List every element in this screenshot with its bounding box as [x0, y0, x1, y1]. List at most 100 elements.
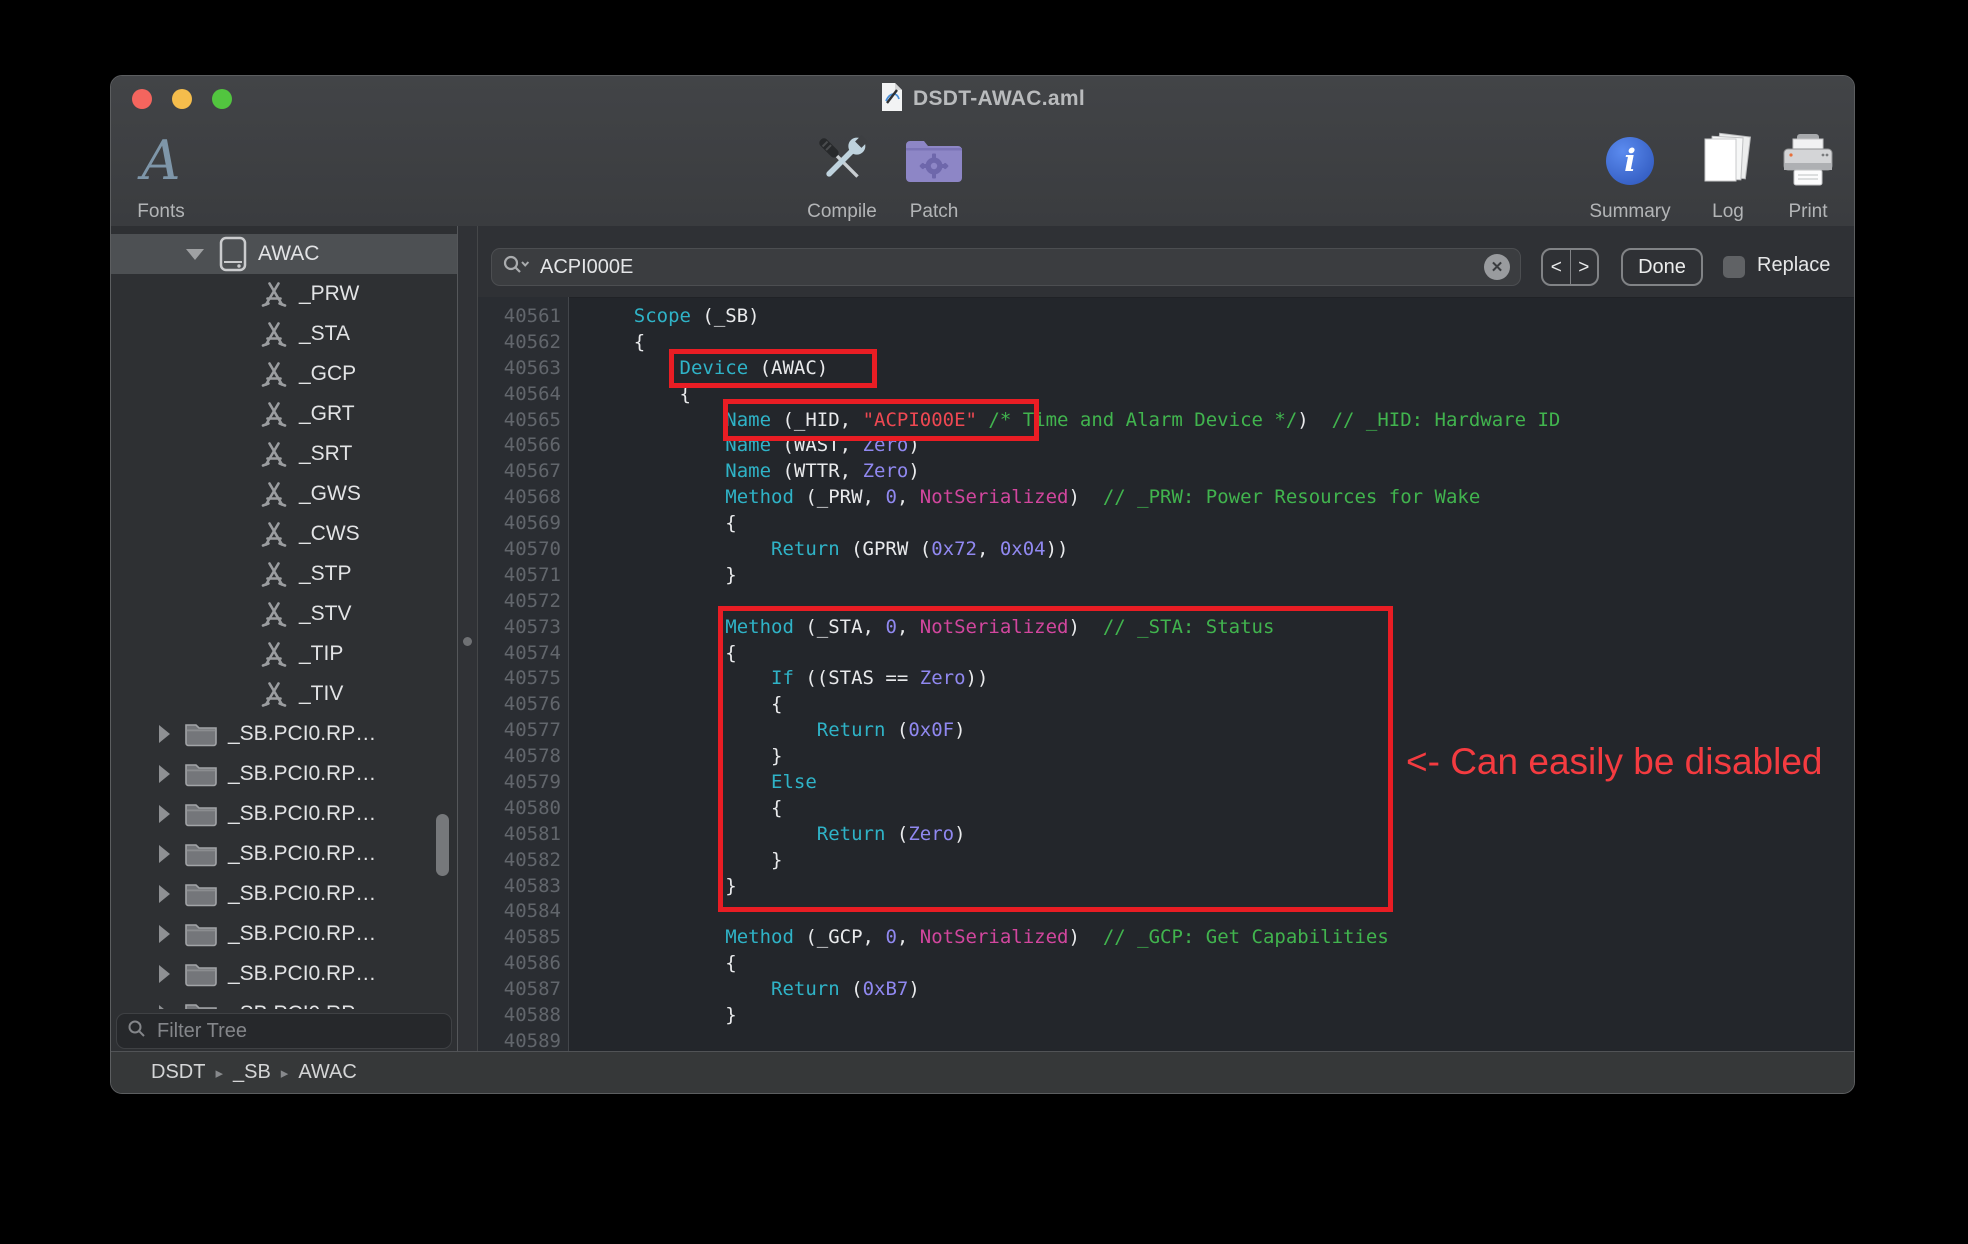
- disclosure-triangle-icon[interactable]: [159, 845, 170, 863]
- disclosure-triangle-icon[interactable]: [159, 965, 170, 983]
- filter-tree-input[interactable]: [155, 1019, 441, 1044]
- code-line[interactable]: 40561 Scope (_SB): [478, 304, 1855, 330]
- code-line[interactable]: 40571 }: [478, 563, 1855, 589]
- code-line[interactable]: 40582 }: [478, 848, 1855, 874]
- toolbar-fonts-button[interactable]: A Fonts: [111, 120, 211, 224]
- line-number: 40589: [478, 1029, 561, 1053]
- code-line[interactable]: 40586 {: [478, 951, 1855, 977]
- token-k: Method: [725, 926, 794, 948]
- tree-item--sb-pci0-rp-[interactable]: _SB.PCI0.RP…: [111, 954, 457, 994]
- token-c: // _PRW: Power Resources for Wake: [1103, 486, 1481, 508]
- tree-item--stp[interactable]: _STP: [111, 554, 457, 594]
- code-editor-pane: ✕ < > Done Replace 40561 Scope (_SB)4056…: [478, 226, 1855, 1053]
- token-p: }: [771, 745, 782, 767]
- disclosure-triangle-icon[interactable]: [159, 765, 170, 783]
- tree-item-awac[interactable]: AWAC: [111, 234, 457, 274]
- breadcrumb-separator-icon: ▸: [281, 1064, 289, 1082]
- toolbar-print-button[interactable]: Print: [1763, 120, 1853, 224]
- find-previous-button[interactable]: <: [1543, 250, 1571, 284]
- code-line[interactable]: 40585 Method (_GCP, 0, NotSerialized) //…: [478, 925, 1855, 951]
- token-m: NotSerialized: [920, 486, 1069, 508]
- tree-item--sb-pci0-rp-[interactable]: _SB.PCI0.RP…: [111, 914, 457, 954]
- tree-item--srt[interactable]: _SRT: [111, 434, 457, 474]
- breadcrumb-item--sb[interactable]: _SB: [233, 1061, 271, 1084]
- toolbar-patch-button[interactable]: Patch: [889, 120, 979, 224]
- code-line[interactable]: 40588 }: [478, 1003, 1855, 1029]
- code-line[interactable]: 40562 {: [478, 330, 1855, 356]
- code-line[interactable]: 40563 Device (AWAC): [478, 356, 1855, 382]
- code-line[interactable]: 40581 Return (Zero): [478, 822, 1855, 848]
- tree-item--gws[interactable]: _GWS: [111, 474, 457, 514]
- replace-checkbox[interactable]: [1723, 256, 1745, 278]
- code-line[interactable]: 40569 {: [478, 511, 1855, 537]
- tree-item--stv[interactable]: _STV: [111, 594, 457, 634]
- tree-item--cws[interactable]: _CWS: [111, 514, 457, 554]
- code-line[interactable]: 40564 {: [478, 382, 1855, 408]
- token-p: [977, 409, 988, 431]
- tree-item--prw[interactable]: _PRW: [111, 274, 457, 314]
- disclosure-triangle-icon[interactable]: [159, 925, 170, 943]
- sidebar-scrollbar-thumb[interactable]: [436, 814, 449, 876]
- tree-item-label: _STV: [299, 602, 352, 626]
- find-next-button[interactable]: >: [1571, 250, 1598, 284]
- code-line[interactable]: 40565 Name (_HID, "ACPI000E" /* Time and…: [478, 408, 1855, 434]
- tree-item--sb-pci0-rp-[interactable]: _SB.PCI0.RP…: [111, 794, 457, 834]
- code-text: Return (Zero): [588, 822, 966, 848]
- split-divider[interactable]: [457, 226, 478, 1053]
- tree-item--sb-pci0-rp-[interactable]: _SB.PCI0.RP…: [111, 994, 457, 1009]
- line-number: 40567: [478, 459, 561, 485]
- breadcrumb-item-dsdt[interactable]: DSDT: [151, 1061, 205, 1084]
- tree-item--gcp[interactable]: _GCP: [111, 354, 457, 394]
- token-p: ,: [977, 538, 1000, 560]
- code-line[interactable]: 40584: [478, 899, 1855, 925]
- code-line[interactable]: 40574 {: [478, 641, 1855, 667]
- tree-item--sb-pci0-rp-[interactable]: _SB.PCI0.RP…: [111, 754, 457, 794]
- disclosure-triangle-icon[interactable]: [159, 805, 170, 823]
- disclosure-triangle-icon[interactable]: [159, 725, 170, 743]
- code-line[interactable]: 40589: [478, 1029, 1855, 1053]
- code-text: }: [588, 744, 782, 770]
- breadcrumb-item-awac[interactable]: AWAC: [298, 1061, 357, 1084]
- tree-item--sb-pci0-rp-[interactable]: _SB.PCI0.RP…: [111, 714, 457, 754]
- line-number: 40564: [478, 382, 561, 408]
- code-line[interactable]: 40566 Name (WAST, Zero): [478, 433, 1855, 459]
- tree-item--tiv[interactable]: _TIV: [111, 674, 457, 714]
- find-input[interactable]: [538, 255, 1476, 280]
- tree-item--sb-pci0-rp-[interactable]: _SB.PCI0.RP…: [111, 874, 457, 914]
- clear-search-icon[interactable]: ✕: [1484, 254, 1510, 280]
- toolbar-log-button[interactable]: Log: [1683, 120, 1773, 224]
- disclosure-triangle-icon[interactable]: [186, 249, 204, 260]
- code-text: {: [588, 330, 645, 356]
- code-content[interactable]: 40561 Scope (_SB)40562 {40563 Device (AW…: [478, 297, 1855, 1053]
- code-line[interactable]: 40587 Return (0xB7): [478, 977, 1855, 1003]
- toolbar-patch-label: Patch: [910, 200, 959, 224]
- code-line[interactable]: 40570 Return (GPRW (0x72, 0x04)): [478, 537, 1855, 563]
- done-button[interactable]: Done: [1621, 248, 1703, 286]
- tree-item--grt[interactable]: _GRT: [111, 394, 457, 434]
- code-line[interactable]: 40567 Name (WTTR, Zero): [478, 459, 1855, 485]
- code-line[interactable]: 40573 Method (_STA, 0, NotSerialized) //…: [478, 615, 1855, 641]
- line-number: 40575: [478, 666, 561, 692]
- find-field[interactable]: ✕: [491, 248, 1521, 286]
- disclosure-triangle-icon[interactable]: [159, 1005, 170, 1009]
- code-text: Method (_PRW, 0, NotSerialized) // _PRW:…: [588, 485, 1480, 511]
- code-line[interactable]: 40568 Method (_PRW, 0, NotSerialized) //…: [478, 485, 1855, 511]
- tree-item--sta[interactable]: _STA: [111, 314, 457, 354]
- tree-item--tip[interactable]: _TIP: [111, 634, 457, 674]
- code-line[interactable]: 40580 {: [478, 796, 1855, 822]
- code-line[interactable]: 40576 {: [478, 692, 1855, 718]
- code-line[interactable]: 40575 If ((STAS == Zero)): [478, 666, 1855, 692]
- toolbar-compile-button[interactable]: Compile: [797, 120, 887, 224]
- log-pages-icon: [1700, 122, 1756, 200]
- code-line[interactable]: 40572: [478, 589, 1855, 615]
- token-p: (WTTR,: [771, 460, 863, 482]
- method-icon: [259, 639, 289, 669]
- token-p: ): [1297, 409, 1331, 431]
- toolbar-summary-button[interactable]: i Summary: [1585, 120, 1675, 224]
- filter-tree-field[interactable]: [116, 1013, 452, 1049]
- line-number: 40566: [478, 433, 561, 459]
- disclosure-triangle-icon[interactable]: [159, 885, 170, 903]
- tree-item--sb-pci0-rp-[interactable]: _SB.PCI0.RP…: [111, 834, 457, 874]
- search-menu-icon[interactable]: [502, 254, 530, 281]
- code-line[interactable]: 40583 }: [478, 874, 1855, 900]
